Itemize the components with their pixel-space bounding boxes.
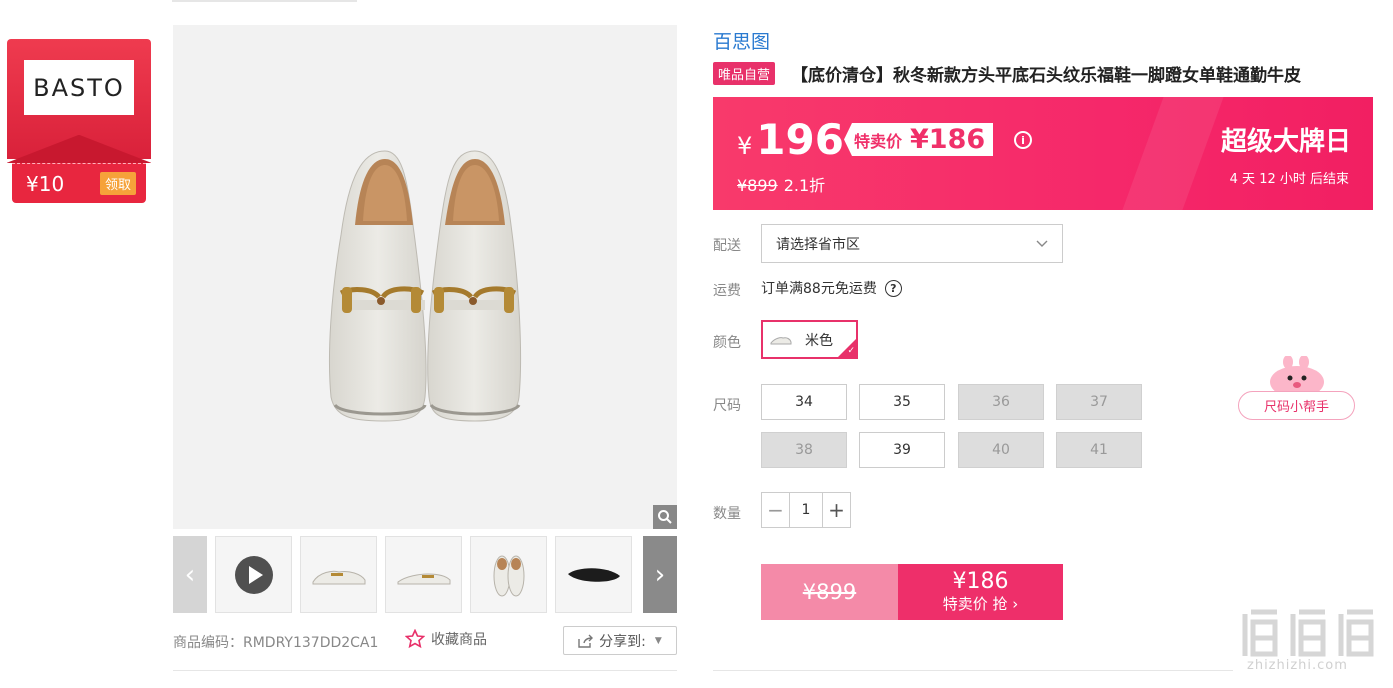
help-icon[interactable]: ? bbox=[884, 279, 902, 297]
buy-price: ¥186 bbox=[952, 569, 1009, 594]
loafer-pair-illustration bbox=[328, 150, 522, 422]
promo-title: 超级大牌日 bbox=[1220, 127, 1351, 157]
title-row: 唯品自营 【底价清仓】秋冬新款方头平底石头纹乐福鞋一脚蹬女单鞋通勤牛皮 bbox=[713, 61, 1373, 86]
quantity-input[interactable]: 1 bbox=[789, 493, 823, 527]
thumbnail-strip: ‹ › bbox=[173, 536, 677, 613]
caret-down-icon: ▼ bbox=[654, 635, 662, 646]
special-price-tag: 特卖价 ¥186 bbox=[844, 123, 994, 156]
coupon-claim-button[interactable]: 领取 bbox=[99, 172, 136, 195]
watermark-text: zhizhizhi.com bbox=[1247, 658, 1348, 673]
delivery-label: 配送 bbox=[713, 238, 741, 254]
size-option-41[interactable]: 41 bbox=[1056, 432, 1142, 468]
share-label: 分享到: bbox=[599, 633, 646, 650]
color-option-selected[interactable]: 米色 ✓ bbox=[761, 320, 858, 359]
shoe-side-icon bbox=[312, 570, 365, 584]
star-icon bbox=[405, 629, 425, 649]
color-label: 颜色 bbox=[713, 335, 741, 351]
banner-decoration bbox=[1122, 97, 1224, 210]
thumbnail-image[interactable] bbox=[470, 536, 547, 613]
quantity-stepper: − 1 + bbox=[761, 492, 851, 528]
thumbnail-image[interactable] bbox=[300, 536, 377, 613]
buy-now-button[interactable]: ¥186 特卖价 抢 › bbox=[898, 564, 1063, 620]
coupon-header: BASTO bbox=[7, 39, 151, 163]
special-price-label: 特卖价 bbox=[854, 131, 903, 151]
currency-symbol: ¥ bbox=[737, 132, 753, 160]
special-price-value: ¥186 bbox=[910, 124, 986, 155]
product-meta: 商品编码：RMDRY137DD2CA1 收藏商品 分享到: ▼ bbox=[173, 626, 677, 656]
size-option-40[interactable]: 40 bbox=[958, 432, 1044, 468]
shipping-label: 运费 bbox=[713, 283, 741, 299]
brand-link[interactable]: 百思图 bbox=[713, 27, 770, 54]
buy-original-price: ¥899 bbox=[761, 564, 898, 620]
checkmark-icon: ✓ bbox=[847, 346, 855, 356]
thumbnail-image[interactable] bbox=[385, 536, 462, 613]
favorite-label: 收藏商品 bbox=[431, 632, 487, 648]
original-price: ¥899 bbox=[737, 176, 778, 195]
thumb-prev-arrow[interactable]: ‹ bbox=[173, 536, 207, 613]
product-title: 【底价清仓】秋冬新款方头平底石头纹乐福鞋一脚蹬女单鞋通勤牛皮 bbox=[791, 66, 1302, 86]
size-option-34[interactable]: 34 bbox=[761, 384, 847, 420]
shoe-pair-icon bbox=[493, 555, 524, 596]
region-select[interactable]: 请选择省市区 bbox=[761, 224, 1063, 263]
quantity-decrease-button[interactable]: − bbox=[762, 493, 789, 527]
chevron-down-icon bbox=[1036, 240, 1048, 247]
price-banner: ¥ 196 特卖价 ¥186 i ¥899 2.1折 超级大牌日 4 天 12 小… bbox=[713, 97, 1373, 210]
share-icon bbox=[578, 634, 594, 648]
size-option-38[interactable]: 38 bbox=[761, 432, 847, 468]
self-operated-badge: 唯品自营 bbox=[713, 62, 776, 85]
current-price: ¥ 196 bbox=[737, 115, 844, 164]
favorite-button[interactable]: 收藏商品 bbox=[405, 629, 487, 649]
thumb-next-arrow[interactable]: › bbox=[643, 536, 677, 613]
sku-code: 商品编码：RMDRY137DD2CA1 bbox=[173, 635, 379, 651]
zoom-icon[interactable] bbox=[653, 505, 677, 529]
discount-rate: 2.1折 bbox=[783, 176, 826, 195]
quantity-label: 数量 bbox=[713, 506, 741, 522]
coupon-footer: ¥10 领取 bbox=[12, 163, 146, 203]
color-option-label: 米色 bbox=[805, 332, 833, 349]
shipping-info: 订单满88元免运费 ? bbox=[761, 278, 902, 298]
current-price-value: 196 bbox=[756, 115, 844, 164]
shoe-side-icon bbox=[397, 572, 450, 584]
shoe-swatch-icon bbox=[770, 336, 792, 344]
size-option-37[interactable]: 37 bbox=[1056, 384, 1142, 420]
size-label: 尺码 bbox=[713, 398, 741, 414]
buy-button[interactable]: ¥899 ¥186 特卖价 抢 › bbox=[761, 564, 1063, 620]
thumbnail-image[interactable] bbox=[555, 536, 632, 613]
buy-label: 特卖价 抢 › bbox=[942, 595, 1019, 613]
size-option-36[interactable]: 36 bbox=[958, 384, 1044, 420]
watermark-logo bbox=[1242, 609, 1374, 657]
quantity-increase-button[interactable]: + bbox=[823, 493, 850, 527]
region-select-placeholder: 请选择省市区 bbox=[776, 236, 860, 253]
brand-logo: BASTO bbox=[24, 60, 134, 115]
divider bbox=[713, 670, 1233, 671]
share-dropdown[interactable]: 分享到: ▼ bbox=[563, 626, 677, 655]
size-helper[interactable]: 尺码小帮手 bbox=[1238, 356, 1356, 420]
coupon-amount: ¥10 bbox=[26, 171, 65, 196]
countdown-timer: 4 天 12 小时 后结束 bbox=[1229, 172, 1349, 187]
original-price-row: ¥899 2.1折 bbox=[737, 172, 825, 196]
play-icon bbox=[234, 555, 273, 594]
product-main-image[interactable] bbox=[173, 25, 677, 529]
size-helper-button[interactable]: 尺码小帮手 bbox=[1238, 391, 1355, 420]
watermark: zhizhizhi.com bbox=[1237, 606, 1385, 680]
size-option-39[interactable]: 39 bbox=[859, 432, 945, 468]
shipping-text: 订单满88元免运费 bbox=[761, 281, 877, 297]
divider bbox=[172, 0, 357, 2]
divider bbox=[173, 670, 677, 671]
size-option-35[interactable]: 35 bbox=[859, 384, 945, 420]
shoe-sole-icon bbox=[567, 567, 620, 582]
mascot-icon bbox=[1270, 356, 1324, 396]
brand-coupon[interactable]: BASTO ¥10 领取 bbox=[7, 39, 151, 203]
thumbnail-video[interactable] bbox=[215, 536, 292, 613]
info-icon[interactable]: i bbox=[1014, 131, 1032, 149]
